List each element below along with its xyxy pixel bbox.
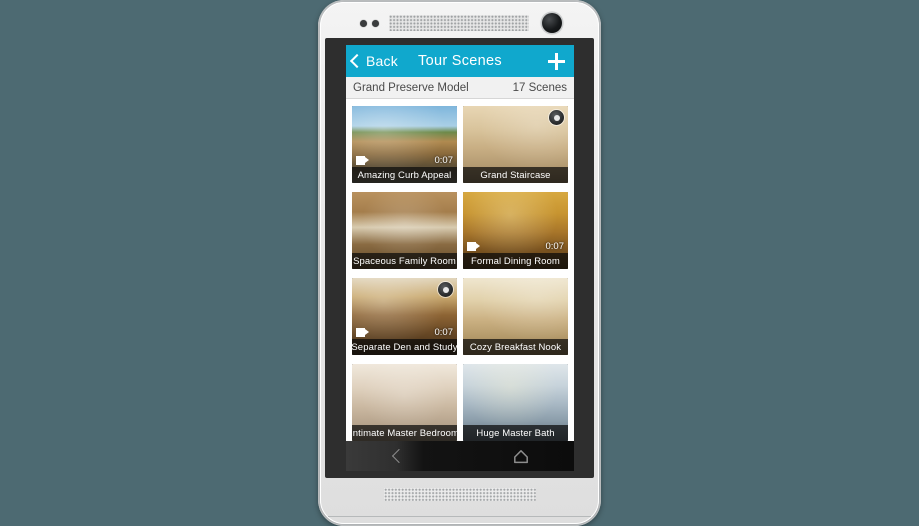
back-button-label: Back — [366, 53, 398, 69]
android-nav-bar — [346, 441, 574, 471]
scene-thumbnail[interactable]: 0:07Amazing Curb Appeal — [352, 106, 457, 183]
proximity-sensors-icon — [360, 20, 382, 28]
tour-subheader: Grand Preserve Model 17 Scenes — [346, 77, 574, 99]
scene-title-label: Separate Den and Study — [352, 339, 457, 355]
chevron-left-icon — [350, 54, 364, 68]
nav-back-icon[interactable] — [390, 448, 406, 464]
tour-name-label: Grand Preserve Model — [353, 82, 469, 94]
scene-thumbnail[interactable]: Cozy Breakfast Nook — [463, 278, 568, 355]
scene-title-label: Cozy Breakfast Nook — [463, 339, 568, 355]
phone-device: Back Tour Scenes Grand Preserve Model 17… — [318, 0, 601, 526]
phone-chin-divider — [328, 516, 591, 517]
phone-bottom-hardware — [318, 478, 601, 526]
scene-title-label: Huge Master Bath — [463, 425, 568, 441]
earpiece-speaker-icon — [389, 15, 529, 31]
scene-thumbnail[interactable]: Spaceous Family Room — [352, 192, 457, 269]
panorama-badge-icon — [438, 282, 453, 297]
phone-top-hardware — [318, 0, 601, 40]
scene-thumbnail[interactable]: Intimate Master Bedroom — [352, 364, 457, 441]
scene-thumbnail[interactable]: Grand Staircase — [463, 106, 568, 183]
scene-count-label: 17 Scenes — [513, 82, 567, 94]
scene-title-label: Spaceous Family Room — [352, 253, 457, 269]
scene-title-label: Formal Dining Room — [463, 253, 568, 269]
scene-title-label: Amazing Curb Appeal — [352, 167, 457, 183]
back-button[interactable]: Back — [346, 45, 398, 77]
scene-title-label: Intimate Master Bedroom — [352, 425, 457, 441]
scene-title-label: Grand Staircase — [463, 167, 568, 183]
scene-grid: 0:07Amazing Curb Appeal Grand Staircase Sp… — [346, 99, 574, 441]
bottom-speaker-icon — [384, 488, 536, 501]
add-scene-button[interactable] — [548, 53, 565, 70]
phone-screen: Back Tour Scenes Grand Preserve Model 17… — [346, 45, 574, 471]
scene-thumbnail[interactable]: Huge Master Bath — [463, 364, 568, 441]
front-camera-icon — [542, 13, 562, 33]
scene-thumbnail[interactable]: 0:07Formal Dining Room — [463, 192, 568, 269]
nav-home-icon[interactable] — [513, 449, 529, 464]
scene-thumbnail[interactable]: 0:07Separate Den and Study — [352, 278, 457, 355]
app-header: Back Tour Scenes — [346, 45, 574, 77]
panorama-badge-icon — [549, 110, 564, 125]
backdrop: Back Tour Scenes Grand Preserve Model 17… — [0, 0, 919, 526]
